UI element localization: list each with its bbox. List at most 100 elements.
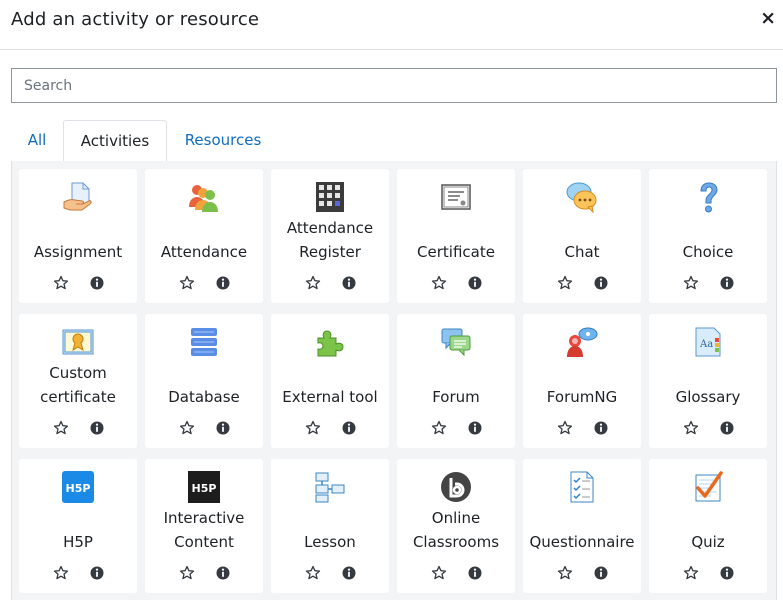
tab-bar: All Activities Resources bbox=[11, 120, 777, 163]
star-outline-icon[interactable] bbox=[179, 420, 195, 436]
module-name: Register bbox=[299, 243, 361, 261]
module-card-h5p[interactable]: H5P H5P bbox=[19, 459, 137, 593]
module-card-assignment[interactable]: Assignment bbox=[19, 169, 137, 303]
module-card-custom-certificate[interactable]: Custom certificate bbox=[19, 314, 137, 448]
lesson-icon bbox=[314, 471, 346, 503]
module-card-interactive-content[interactable]: H5P Interactive Content bbox=[145, 459, 263, 593]
assignment-icon bbox=[62, 181, 94, 213]
info-icon[interactable] bbox=[89, 275, 105, 291]
star-outline-icon[interactable] bbox=[683, 275, 699, 291]
svg-text:Aa: Aa bbox=[699, 339, 713, 350]
info-icon[interactable] bbox=[89, 565, 105, 581]
star-outline-icon[interactable] bbox=[557, 275, 573, 291]
module-card-chat[interactable]: Chat bbox=[523, 169, 641, 303]
info-icon[interactable] bbox=[215, 275, 231, 291]
module-card-database[interactable]: Database bbox=[145, 314, 263, 448]
module-name: Content bbox=[174, 533, 234, 551]
module-card-choice[interactable]: Choice bbox=[649, 169, 767, 303]
info-icon[interactable] bbox=[467, 275, 483, 291]
star-outline-icon[interactable] bbox=[431, 565, 447, 581]
module-card-lesson[interactable]: Lesson bbox=[271, 459, 389, 593]
attendance-icon bbox=[188, 181, 220, 213]
star-outline-icon[interactable] bbox=[179, 275, 195, 291]
module-name: Chat bbox=[564, 243, 600, 261]
info-icon[interactable] bbox=[593, 275, 609, 291]
star-outline-icon[interactable] bbox=[683, 420, 699, 436]
module-name: Glossary bbox=[675, 388, 741, 406]
star-outline-icon[interactable] bbox=[557, 565, 573, 581]
svg-text:H5P: H5P bbox=[192, 482, 217, 495]
star-outline-icon[interactable] bbox=[53, 565, 69, 581]
star-outline-icon[interactable] bbox=[431, 275, 447, 291]
tab-activities[interactable]: Activities bbox=[63, 120, 167, 163]
module-name: Custom bbox=[49, 364, 107, 382]
tab-all[interactable]: All bbox=[11, 120, 63, 162]
module-name: Classrooms bbox=[412, 533, 500, 551]
info-icon[interactable] bbox=[467, 420, 483, 436]
info-icon[interactable] bbox=[719, 565, 735, 581]
star-outline-icon[interactable] bbox=[431, 420, 447, 436]
module-name: Online bbox=[431, 509, 481, 527]
module-name: Certificate bbox=[417, 243, 495, 261]
module-name: H5P bbox=[63, 533, 93, 551]
close-icon[interactable]: × bbox=[760, 6, 776, 30]
module-name: ForumNG bbox=[546, 388, 618, 406]
module-card-glossary[interactable]: Aa Glossary bbox=[649, 314, 767, 448]
info-icon[interactable] bbox=[593, 420, 609, 436]
module-card-certificate[interactable]: Certificate bbox=[397, 169, 515, 303]
choice-icon bbox=[692, 181, 724, 213]
star-outline-icon[interactable] bbox=[683, 565, 699, 581]
info-icon[interactable] bbox=[215, 565, 231, 581]
info-icon[interactable] bbox=[215, 420, 231, 436]
module-grid: Assignment Attendance Attendance Register Ce… bbox=[11, 161, 777, 600]
module-card-forum[interactable]: Forum bbox=[397, 314, 515, 448]
chat-icon bbox=[566, 181, 598, 214]
modal-title: Add an activity or resource bbox=[11, 9, 260, 30]
module-name: Forum bbox=[432, 388, 480, 406]
info-icon[interactable] bbox=[467, 565, 483, 581]
star-outline-icon[interactable] bbox=[305, 565, 321, 581]
info-icon[interactable] bbox=[341, 420, 357, 436]
info-icon[interactable] bbox=[593, 565, 609, 581]
info-icon[interactable] bbox=[719, 275, 735, 291]
info-icon[interactable] bbox=[341, 275, 357, 291]
quiz-icon bbox=[692, 471, 724, 503]
star-outline-icon[interactable] bbox=[53, 275, 69, 291]
module-name: certificate bbox=[40, 388, 116, 406]
info-icon[interactable] bbox=[89, 420, 105, 436]
module-card-questionnaire[interactable]: Questionnaire bbox=[523, 459, 641, 593]
module-card-forumng[interactable]: ForumNG bbox=[523, 314, 641, 448]
module-name: External tool bbox=[282, 388, 378, 406]
module-card-external-tool[interactable]: External tool bbox=[271, 314, 389, 448]
info-icon[interactable] bbox=[341, 565, 357, 581]
tab-resources[interactable]: Resources bbox=[173, 120, 273, 162]
external-tool-icon bbox=[314, 326, 346, 358]
custom-certificate-icon bbox=[62, 326, 94, 358]
module-name: Choice bbox=[682, 243, 734, 261]
svg-text:H5P: H5P bbox=[66, 482, 91, 495]
star-outline-icon[interactable] bbox=[557, 420, 573, 436]
interactive-content-icon: H5P bbox=[188, 471, 220, 503]
module-name: Quiz bbox=[691, 533, 725, 551]
module-name: Interactive bbox=[163, 509, 245, 527]
module-card-online-classrooms[interactable]: Online Classrooms bbox=[397, 459, 515, 593]
star-outline-icon[interactable] bbox=[53, 420, 69, 436]
module-card-attendance-register[interactable]: Attendance Register bbox=[271, 169, 389, 303]
online-classrooms-icon bbox=[440, 471, 472, 503]
star-outline-icon[interactable] bbox=[305, 275, 321, 291]
certificate-icon bbox=[440, 181, 472, 213]
info-icon[interactable] bbox=[719, 420, 735, 436]
search-input[interactable] bbox=[11, 68, 777, 103]
module-card-attendance[interactable]: Attendance bbox=[145, 169, 263, 303]
module-name: Attendance bbox=[286, 219, 374, 237]
star-outline-icon[interactable] bbox=[305, 420, 321, 436]
module-name: Lesson bbox=[304, 533, 356, 551]
attendance-register-icon bbox=[314, 181, 346, 213]
forumng-icon bbox=[566, 326, 598, 358]
glossary-icon: Aa bbox=[692, 326, 724, 358]
star-outline-icon[interactable] bbox=[179, 565, 195, 581]
database-icon bbox=[188, 326, 220, 358]
module-card-quiz[interactable]: Quiz bbox=[649, 459, 767, 593]
questionnaire-icon bbox=[566, 471, 598, 503]
forum-icon bbox=[440, 326, 472, 358]
